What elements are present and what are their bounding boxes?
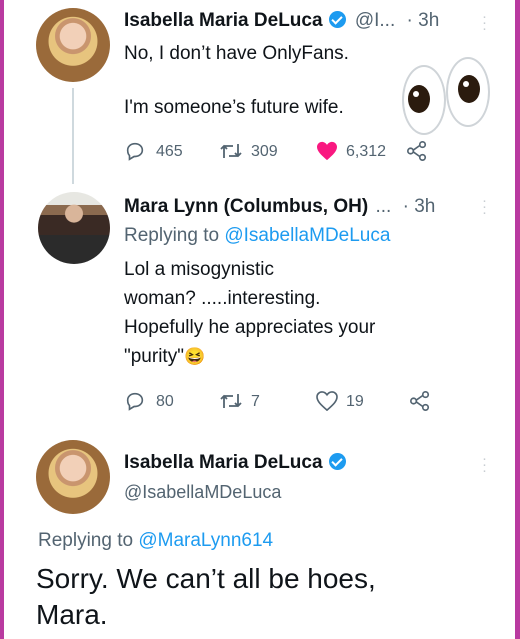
tweet-text-purity: "purity": [124, 346, 184, 367]
share-icon[interactable]: [409, 390, 431, 412]
retweet-icon[interactable]: [219, 390, 243, 412]
retweet-count: 7: [251, 393, 260, 410]
like-count: 6,312: [346, 143, 387, 160]
more-icon[interactable]: · · ·: [482, 451, 487, 478]
verified-icon: [328, 453, 346, 470]
avatar[interactable]: [36, 440, 110, 514]
tweet-text-line: No, I don’t have OnlyFans.: [124, 43, 349, 64]
tweet-text-line: Hopefully he appreciates your: [124, 317, 376, 338]
replying-to: Replying to @MaraLynn614: [38, 530, 273, 552]
author-handle[interactable]: @I...: [355, 10, 395, 31]
tweet-thread: Isabella Maria DeLuca @I... · 3h · · · No,…: [4, 0, 515, 639]
author-row: Isabella Maria DeLuca @I... · 3h: [124, 10, 439, 32]
heart-icon[interactable]: [316, 141, 338, 161]
tweet-text-line: Sorry. We can’t all be hoes,: [36, 563, 376, 594]
replying-prefix: Replying to: [124, 225, 220, 246]
avatar[interactable]: [36, 8, 110, 82]
retweet-count: 309: [251, 143, 278, 160]
tweet-text-line: Lol a misogynistic: [124, 259, 274, 280]
reply-icon[interactable]: [124, 390, 146, 412]
replying-to: Replying to @IsabellaMDeLuca: [124, 222, 390, 250]
tweet-text-line: I'm someone’s future wife.: [124, 97, 344, 118]
retweet-icon[interactable]: [219, 140, 243, 162]
tweet-text-line: Mara.: [36, 599, 108, 630]
laughing-emoji: 😆: [183, 347, 206, 366]
like-count: 19: [346, 393, 364, 410]
tweet-text-line: woman? .....interesting.: [124, 288, 321, 309]
replying-prefix: Replying to: [38, 530, 134, 551]
eyes-emoji: [400, 55, 492, 135]
heart-icon[interactable]: [316, 391, 338, 411]
more-icon[interactable]: · · ·: [482, 9, 487, 36]
author-row: Mara Lynn (Columbus, OH) ... · 3h: [124, 196, 435, 218]
author-name[interactable]: Isabella Maria DeLuca: [124, 452, 323, 473]
replying-handle-link[interactable]: @MaraLynn614: [138, 530, 273, 551]
replying-handle-link[interactable]: @IsabellaMDeLuca: [224, 225, 390, 246]
tweet-text-line: "purity"😆: [124, 343, 205, 371]
reply-count: 80: [156, 393, 174, 410]
author-name[interactable]: Isabella Maria DeLuca: [124, 10, 323, 31]
timestamp[interactable]: · 3h: [403, 196, 436, 217]
reply-count: 465: [156, 143, 183, 160]
thread-line: [72, 88, 74, 184]
author-handle[interactable]: @IsabellaMDeLuca: [124, 482, 281, 503]
verified-icon: [328, 11, 346, 28]
name-ellipsis: ...: [375, 196, 392, 217]
reply-icon[interactable]: [124, 140, 146, 162]
author-name[interactable]: Mara Lynn (Columbus, OH): [124, 196, 368, 217]
more-icon[interactable]: · · ·: [482, 193, 487, 220]
author-row: Isabella Maria DeLuca: [124, 452, 346, 474]
share-icon[interactable]: [406, 140, 428, 162]
avatar[interactable]: [38, 192, 110, 264]
timestamp[interactable]: · 3h: [407, 10, 440, 31]
